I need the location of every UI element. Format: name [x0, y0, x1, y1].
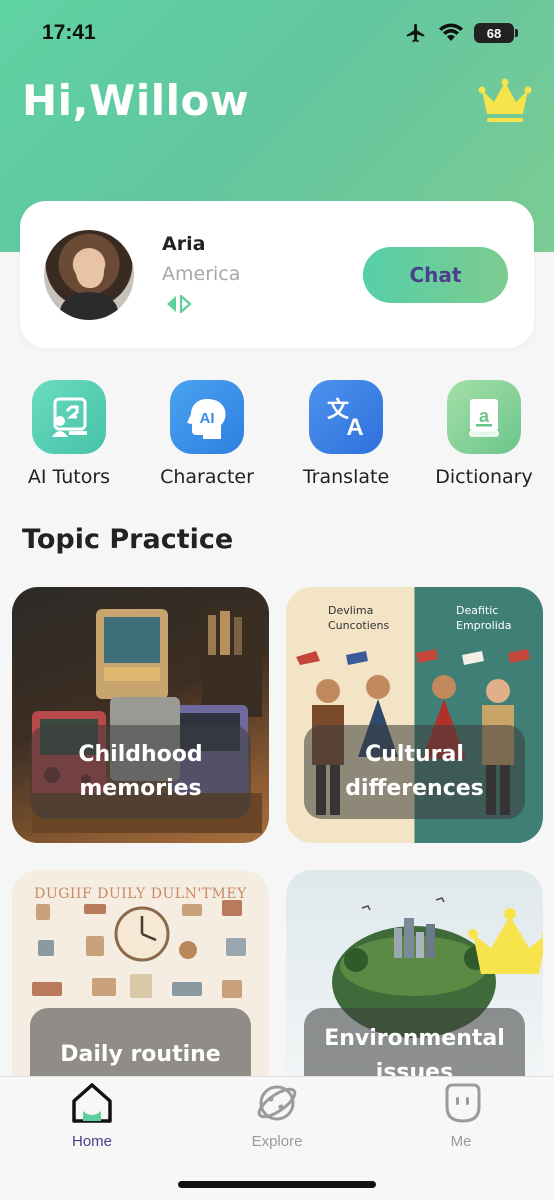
- chat-button[interactable]: Chat: [363, 247, 508, 303]
- voice-play-icon[interactable]: [166, 295, 192, 313]
- tutor-card[interactable]: Aria America Chat: [20, 201, 534, 348]
- tool-dictionary[interactable]: a Dictionary: [424, 380, 544, 490]
- character-icon: AI: [170, 380, 244, 454]
- caption-line: Daily routine: [60, 1042, 221, 1067]
- battery-level: 68: [486, 25, 502, 41]
- tool-translate[interactable]: 文 A Translate: [286, 380, 406, 490]
- tutor-avatar[interactable]: [44, 230, 134, 320]
- topic-card-cultural-differences[interactable]: Devlima Cuncotiens Deafitic Emprolida Cu…: [286, 587, 543, 843]
- svg-text:a: a: [479, 406, 490, 426]
- status-bar: 17:41 68: [0, 0, 554, 66]
- tool-label: Character: [160, 466, 254, 488]
- caption-line: Cultural: [365, 742, 464, 767]
- explore-icon: [257, 1085, 297, 1121]
- nav-label: Home: [71, 1133, 112, 1150]
- nav-label: Explore: [251, 1133, 303, 1150]
- home-indicator: [178, 1181, 376, 1188]
- me-icon: [445, 1083, 481, 1123]
- section-title-topic-practice: Topic Practice: [22, 524, 234, 555]
- dictionary-icon: a: [447, 380, 521, 454]
- topic-card-environmental-issues[interactable]: Environmental issues: [286, 870, 543, 1076]
- svg-text:AI: AI: [200, 410, 215, 427]
- topic-card-caption: Cultural differences: [304, 725, 525, 819]
- tool-label: Dictionary: [435, 466, 533, 488]
- topic-card-caption: Daily routine: [30, 1008, 251, 1076]
- tool-label: Translate: [302, 466, 390, 488]
- home-icon: [72, 1083, 112, 1123]
- tool-ai-tutors[interactable]: AI Tutors: [9, 380, 129, 490]
- airplane-icon: [406, 23, 425, 43]
- crown-icon[interactable]: [478, 76, 532, 126]
- premium-crown-icon: [468, 908, 543, 974]
- topic-card-caption: Environmental issues: [304, 1008, 525, 1076]
- caption-line: Childhood: [78, 742, 203, 767]
- caption-line: Environmental: [324, 1026, 505, 1051]
- tool-shortcuts: AI Tutors AI Character 文 A Translate a D…: [0, 380, 554, 490]
- topic-card-childhood-memories[interactable]: Childhood memories: [12, 587, 269, 843]
- caption-line: differences: [345, 776, 484, 801]
- tool-character[interactable]: AI Character: [147, 380, 267, 490]
- wifi-icon: [439, 23, 463, 41]
- topic-card-caption: Childhood memories: [30, 725, 251, 819]
- tutor-country: America: [162, 263, 241, 285]
- nav-label: Me: [450, 1133, 472, 1150]
- caption-line: issues: [375, 1060, 454, 1076]
- nav-explore[interactable]: Explore: [217, 1081, 337, 1150]
- status-icons: 68: [404, 22, 518, 44]
- svg-text:A: A: [346, 414, 363, 441]
- greeting-title: Hi,Willow: [22, 76, 250, 125]
- ai-tutors-icon: [32, 380, 106, 454]
- translate-icon: 文 A: [309, 380, 383, 454]
- tutor-name: Aria: [162, 233, 206, 255]
- nav-home[interactable]: Home: [32, 1081, 152, 1150]
- status-time: 17:41: [42, 21, 96, 44]
- caption-line: memories: [79, 776, 202, 801]
- tool-label: AI Tutors: [27, 466, 111, 488]
- nav-me[interactable]: Me: [401, 1081, 521, 1150]
- topic-card-daily-routine[interactable]: DUGIIF DUILY DULN'TMEY Daily routine: [12, 870, 269, 1076]
- battery-indicator: 68: [474, 23, 518, 43]
